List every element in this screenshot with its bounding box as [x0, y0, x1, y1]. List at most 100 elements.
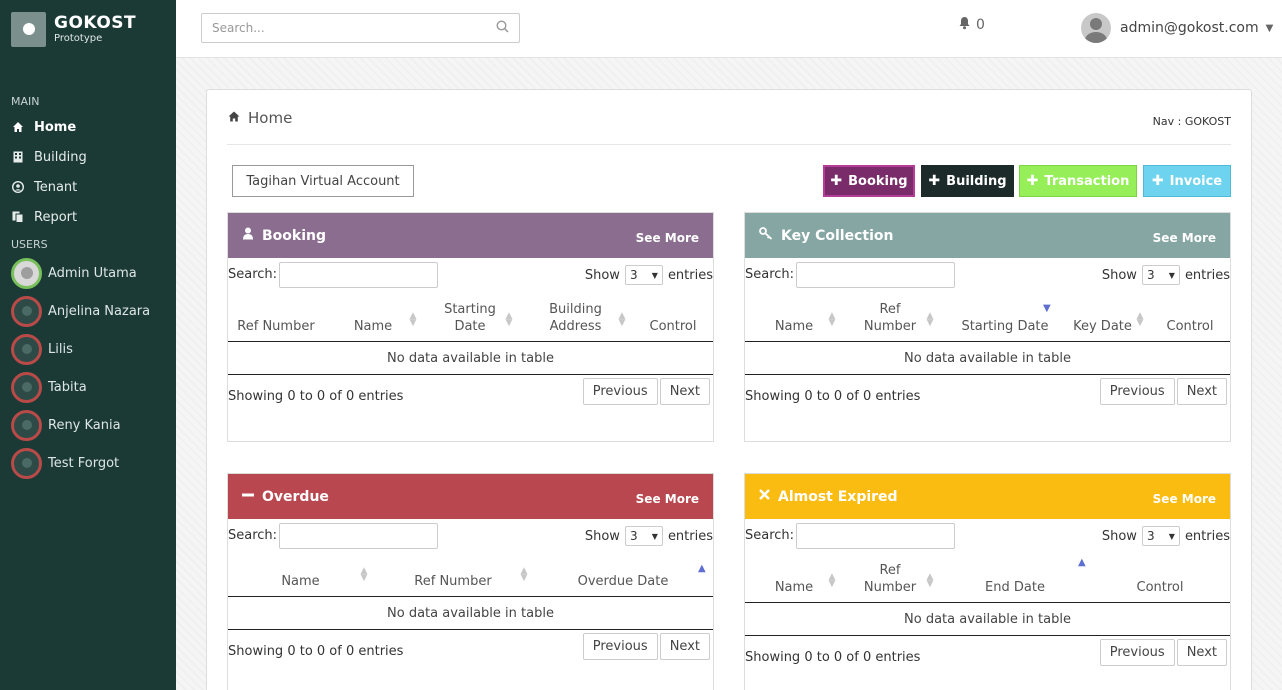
previous-button[interactable]: Previous — [582, 633, 658, 660]
sidebar-item-home[interactable]: Home — [0, 112, 176, 142]
next-button[interactable]: Next — [659, 378, 710, 405]
column-header[interactable]: Ref Number — [408, 573, 498, 590]
empty-message: No data available in table — [745, 603, 1230, 636]
user-menu[interactable]: admin@gokost.com ▼ — [1081, 13, 1273, 43]
avatar — [11, 409, 42, 441]
user-name: Admin Utama — [48, 265, 137, 281]
search-label: Search: — [228, 267, 278, 282]
see-more-link[interactable]: See More — [1153, 492, 1216, 506]
see-more-link[interactable]: See More — [636, 492, 699, 506]
sort-icon[interactable]: ▲ ▼ — [1136, 312, 1144, 328]
sort-icon[interactable]: ▲ ▼ — [618, 312, 626, 328]
sort-icon[interactable]: ▲ ▼ — [926, 312, 934, 328]
notification-count: 0 — [976, 17, 985, 33]
next-button[interactable]: Next — [1176, 639, 1227, 666]
column-header[interactable]: Name — [258, 573, 343, 590]
column-header[interactable]: Starting Date — [955, 318, 1055, 335]
empty-message: No data available in table — [228, 597, 713, 630]
column-header[interactable]: Name — [769, 318, 819, 335]
user-item[interactable]: Anjelina Nazara — [0, 292, 176, 330]
button-label: Invoice — [1169, 173, 1223, 189]
sort-icon[interactable]: ▲ ▼ — [409, 312, 417, 328]
entries-select[interactable]: 3 ▼ — [1141, 265, 1180, 285]
previous-button[interactable]: Previous — [582, 378, 658, 405]
chevron-down-icon: ▼ — [1168, 531, 1175, 541]
minus-icon — [242, 489, 254, 505]
brand-name: GOKOST — [54, 12, 137, 33]
plus-icon: ✚ — [1151, 173, 1164, 189]
sort-asc-icon[interactable]: ▲ — [1078, 557, 1086, 568]
column-header[interactable]: End Date — [975, 579, 1055, 596]
user-item[interactable]: Tabita — [0, 368, 176, 406]
see-more-link[interactable]: See More — [636, 231, 699, 245]
sort-icon[interactable]: ▲ ▼ — [828, 573, 836, 589]
brand[interactable]: GOKOST Prototype — [0, 0, 176, 58]
add-transaction-button[interactable]: ✚ Transaction — [1019, 165, 1137, 197]
entries-select[interactable]: 3 ▼ — [624, 526, 663, 546]
next-button[interactable]: Next — [1176, 378, 1227, 405]
table-info: Showing 0 to 0 of 0 entries — [745, 389, 921, 404]
user-item[interactable]: Lilis — [0, 330, 176, 368]
add-building-button[interactable]: ✚ Building — [921, 165, 1014, 197]
panel-title: Booking — [262, 227, 327, 244]
previous-button[interactable]: Previous — [1099, 378, 1175, 405]
column-header[interactable]: Starting Date — [440, 301, 500, 335]
brand-subtitle: Prototype — [54, 32, 103, 44]
column-header[interactable]: Building Address — [543, 301, 608, 335]
sort-icon[interactable]: ▲ ▼ — [828, 312, 836, 328]
sort-icon[interactable]: ▲ ▼ — [520, 567, 528, 583]
logo-icon — [11, 11, 46, 47]
add-invoice-button[interactable]: ✚ Invoice — [1143, 165, 1231, 197]
next-button[interactable]: Next — [659, 633, 710, 660]
user-item[interactable]: Test Forgot — [0, 444, 176, 482]
avatar — [11, 257, 42, 289]
see-more-link[interactable]: See More — [1153, 231, 1216, 245]
home-icon — [12, 121, 24, 133]
section-label-users: USERS — [11, 238, 48, 251]
entries-select[interactable]: 3 ▼ — [624, 265, 663, 285]
column-header[interactable]: Ref Number — [236, 318, 316, 335]
column-header[interactable]: Control — [1160, 318, 1220, 335]
search-placeholder: Search... — [212, 21, 265, 35]
previous-button[interactable]: Previous — [1099, 639, 1175, 666]
sidebar-item-report[interactable]: Report — [0, 202, 176, 232]
virtual-account-button[interactable]: Tagihan Virtual Account — [232, 165, 414, 197]
home-icon — [228, 111, 240, 125]
search-label: Search: — [745, 267, 795, 282]
sort-icon[interactable]: ▲ ▼ — [505, 312, 513, 328]
user-item[interactable]: Admin Utama — [0, 254, 176, 292]
entries-select[interactable]: 3 ▼ — [1141, 526, 1180, 546]
user-email: admin@gokost.com — [1120, 20, 1259, 36]
column-header[interactable]: Ref Number — [860, 562, 920, 596]
sort-icon[interactable]: ▲ ▼ — [360, 567, 368, 583]
user-name: Anjelina Nazara — [48, 303, 151, 319]
user-circle-icon — [12, 181, 24, 193]
sort-desc-icon[interactable]: ▼ — [1043, 303, 1051, 314]
table-search-input[interactable] — [796, 523, 955, 549]
table-search-input[interactable] — [279, 523, 438, 549]
column-header[interactable]: Name — [338, 318, 408, 335]
column-header[interactable]: Ref Number — [860, 301, 920, 335]
table-search-input[interactable] — [796, 262, 955, 288]
search-label: Search: — [745, 528, 795, 543]
show-label: Show — [584, 528, 620, 544]
sidebar-item-tenant[interactable]: Tenant — [0, 172, 176, 202]
search-input[interactable]: Search... — [201, 13, 520, 43]
table-info: Showing 0 to 0 of 0 entries — [228, 644, 404, 659]
close-icon — [759, 489, 770, 504]
column-header[interactable]: Control — [1125, 579, 1195, 596]
sidebar-item-building[interactable]: Building — [0, 142, 176, 172]
entries-label: entries — [667, 267, 713, 283]
column-header[interactable]: Control — [643, 318, 703, 335]
table-header: Name ▲ ▼ Ref Number ▲ ▼ Starting Date ▼ Ke… — [745, 292, 1230, 342]
column-header[interactable]: Key Date — [1070, 318, 1135, 335]
panel-header: Overdue See More — [228, 474, 713, 519]
notifications-button[interactable]: 0 — [958, 16, 985, 34]
table-search-input[interactable] — [279, 262, 438, 288]
sort-icon[interactable]: ▲ ▼ — [926, 573, 934, 589]
add-booking-button[interactable]: ✚ Booking — [823, 165, 915, 197]
column-header[interactable]: Name — [769, 579, 819, 596]
column-header[interactable]: Overdue Date — [573, 573, 673, 590]
user-item[interactable]: Reny Kania — [0, 406, 176, 444]
sort-asc-icon[interactable]: ▲ — [698, 563, 706, 574]
